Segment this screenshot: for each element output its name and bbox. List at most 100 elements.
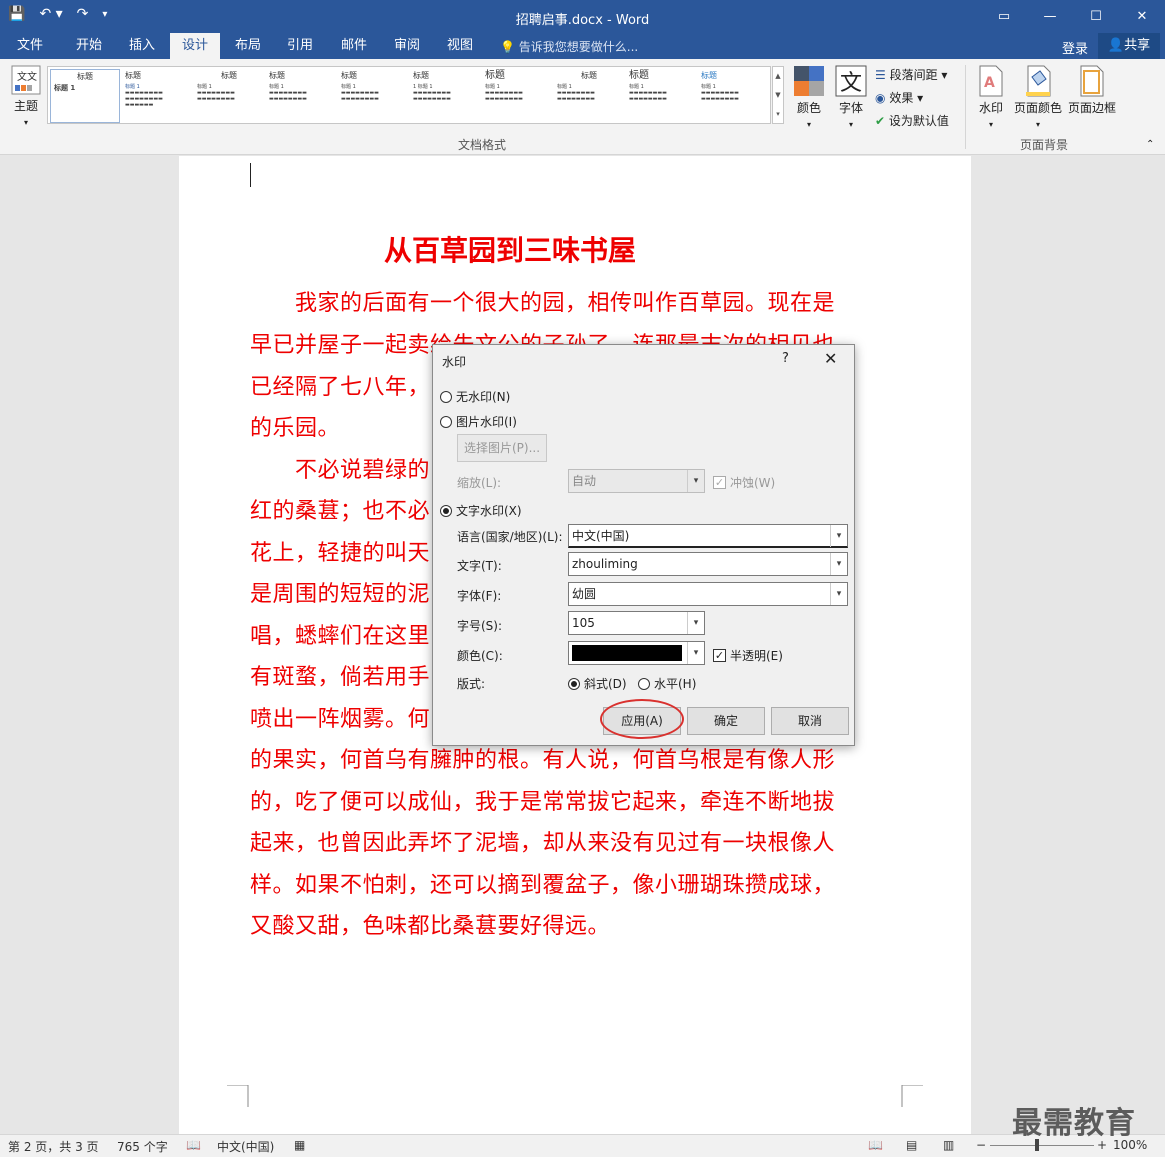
zoom-out-icon[interactable]: − bbox=[976, 1138, 986, 1152]
svg-text:文: 文 bbox=[840, 71, 862, 96]
style-set-gallery[interactable]: 标题 标题 1 标题 标题 1 ▬▬▬▬▬▬▬▬ ▬▬▬▬▬▬▬▬ ▬▬▬▬▬▬ 标题 标题… bbox=[47, 66, 771, 124]
style-set-item[interactable]: 标题 标题 1 ▬▬▬▬▬▬▬▬ ▬▬▬▬▬▬▬▬ ▬▬▬▬▬▬ bbox=[122, 69, 192, 123]
paragraph-spacing-icon: ☰ bbox=[875, 68, 886, 82]
text-watermark-radio[interactable]: 文字水印(X) bbox=[440, 502, 522, 519]
language-label: 语言(国家/地区)(L): bbox=[457, 530, 563, 544]
chevron-down-icon[interactable]: ▾ bbox=[830, 553, 847, 575]
page-corner-mark bbox=[901, 1085, 923, 1107]
radio-indicator[interactable] bbox=[638, 677, 650, 690]
ribbon-display-icon[interactable]: ▭ bbox=[981, 0, 1027, 33]
tab-view[interactable]: 视图 bbox=[436, 33, 484, 59]
chevron-down-icon[interactable]: ▼ bbox=[775, 91, 780, 99]
colors-button[interactable]: 颜色 ▾ bbox=[790, 65, 828, 130]
paragraph-spacing-button[interactable]: ☰ 段落间距 ▾ bbox=[875, 66, 947, 83]
macro-icon[interactable]: ▦ bbox=[294, 1138, 305, 1152]
tab-file[interactable]: 文件 bbox=[0, 33, 60, 59]
scale-label: 缩放(L): bbox=[457, 476, 502, 490]
proofing-icon[interactable]: 📖 bbox=[186, 1138, 201, 1152]
gallery-scroll[interactable]: ▲ ▼ ▾ bbox=[772, 66, 784, 124]
page-count[interactable]: 第 2 页，共 3 页 bbox=[8, 1138, 99, 1155]
minimize-icon[interactable]: — bbox=[1027, 0, 1073, 33]
collapse-ribbon-icon[interactable]: ⌃ bbox=[1146, 139, 1154, 150]
help-icon[interactable]: ? bbox=[782, 351, 789, 366]
font-select[interactable]: 幼圆 ▾ bbox=[568, 582, 848, 606]
dialog-close-icon[interactable]: ✕ bbox=[824, 349, 837, 368]
radio-indicator[interactable] bbox=[440, 390, 452, 403]
title-bar: 💾 ↶ ▾ ↷ ▾ 招聘启事.docx - Word ▭ — ☐ ✕ bbox=[0, 0, 1165, 33]
themes-icon: 文文 bbox=[11, 65, 41, 95]
brand-watermark: 最需教育 bbox=[1012, 1106, 1136, 1141]
document-line: 样。如果不怕刺，还可以摘到覆盆子，像小珊瑚珠攒成球， bbox=[250, 873, 836, 898]
style-set-item[interactable]: 标题 标题 1 ▬▬▬▬▬▬▬▬ ▬▬▬▬▬▬▬▬ bbox=[266, 69, 336, 123]
chevron-down-icon[interactable]: ▾ bbox=[687, 642, 704, 664]
diagonal-radio[interactable]: 斜式(D) bbox=[568, 675, 627, 692]
chevron-up-icon[interactable]: ▲ bbox=[775, 72, 780, 80]
radio-indicator[interactable] bbox=[568, 677, 580, 690]
ok-button[interactable]: 确定 bbox=[687, 707, 765, 735]
chevron-down-icon[interactable]: ▾ bbox=[830, 583, 847, 605]
fonts-icon: 文 bbox=[835, 65, 867, 97]
radio-indicator[interactable] bbox=[440, 504, 452, 517]
style-set-item[interactable]: 标题 标题 1 ▬▬▬▬▬▬▬▬ ▬▬▬▬▬▬▬▬ bbox=[194, 69, 264, 123]
print-layout-icon[interactable]: ▤ bbox=[906, 1138, 917, 1152]
share-button[interactable]: 👤共享 bbox=[1098, 33, 1160, 59]
semitransparent-checkbox[interactable]: ✓ 半透明(E) bbox=[713, 647, 783, 664]
tell-me-box[interactable]: 💡 告诉我您想要做什么... bbox=[500, 38, 638, 55]
picture-watermark-radio[interactable]: 图片水印(I) bbox=[440, 413, 517, 430]
chevron-down-icon[interactable]: ▾ bbox=[687, 612, 704, 634]
web-layout-icon[interactable]: ▥ bbox=[943, 1138, 954, 1152]
style-set-item[interactable]: 标题 1 标题 1 ▬▬▬▬▬▬▬▬ ▬▬▬▬▬▬▬▬ bbox=[410, 69, 480, 123]
ribbon-tabs: 文件 开始 插入 设计 布局 引用 邮件 审阅 视图 💡 告诉我您想要做什么..… bbox=[0, 33, 1165, 59]
tab-layout[interactable]: 布局 bbox=[224, 33, 272, 59]
themes-button[interactable]: 文文 主题 ▾ bbox=[8, 65, 44, 128]
chevron-down-icon[interactable]: ▾ bbox=[830, 525, 847, 547]
language-select[interactable]: 中文(中国) ▾ bbox=[568, 524, 848, 548]
zoom-slider-track[interactable] bbox=[990, 1145, 1094, 1146]
tab-review[interactable]: 审阅 bbox=[383, 33, 431, 59]
tab-home[interactable]: 开始 bbox=[60, 33, 118, 59]
style-set-item[interactable]: 标题 标题 1 ▬▬▬▬▬▬▬▬ ▬▬▬▬▬▬▬▬ bbox=[482, 69, 552, 123]
checkbox-indicator[interactable]: ✓ bbox=[713, 649, 726, 662]
style-set-item[interactable]: 标题 标题 1 bbox=[50, 69, 120, 123]
chevron-down-icon[interactable]: ▾ bbox=[687, 470, 704, 492]
color-picker[interactable]: ▾ bbox=[568, 641, 705, 665]
style-set-item[interactable]: 标题 标题 1 ▬▬▬▬▬▬▬▬ ▬▬▬▬▬▬▬▬ bbox=[338, 69, 408, 123]
document-line: 我家的后面有一个很大的园，相传叫作百草园。现在是 bbox=[250, 291, 836, 316]
word-count[interactable]: 765 个字 bbox=[117, 1138, 168, 1155]
no-watermark-radio[interactable]: 无水印(N) bbox=[440, 388, 510, 405]
page-corner-mark bbox=[227, 1085, 249, 1107]
read-mode-icon[interactable]: 📖 bbox=[868, 1138, 883, 1152]
set-default-button[interactable]: ✔ 设为默认值 bbox=[875, 112, 949, 129]
page-border-button[interactable]: 页面边框 bbox=[1066, 65, 1118, 116]
checkbox-indicator[interactable]: ✓ bbox=[713, 476, 726, 489]
close-icon[interactable]: ✕ bbox=[1119, 0, 1165, 33]
person-icon: 👤 bbox=[1107, 38, 1125, 53]
horizontal-radio[interactable]: 水平(H) bbox=[638, 675, 696, 692]
watermark-text-combobox[interactable]: zhouliming ▾ bbox=[568, 552, 848, 576]
colors-icon bbox=[794, 66, 824, 96]
size-label: 字号(S): bbox=[457, 619, 503, 633]
tab-references[interactable]: 引用 bbox=[276, 33, 324, 59]
page-color-button[interactable]: 页面颜色 ▾ bbox=[1012, 65, 1064, 130]
tab-mailings[interactable]: 邮件 bbox=[330, 33, 378, 59]
fonts-button[interactable]: 文 字体 ▾ bbox=[832, 65, 870, 130]
tab-design[interactable]: 设计 bbox=[170, 33, 220, 59]
scale-select[interactable]: 自动 ▾ bbox=[568, 469, 705, 493]
cancel-button[interactable]: 取消 bbox=[771, 707, 849, 735]
size-combobox[interactable]: 105 ▾ bbox=[568, 611, 705, 635]
style-set-item[interactable]: 标题 标题 1 ▬▬▬▬▬▬▬▬ ▬▬▬▬▬▬▬▬ bbox=[626, 69, 696, 123]
style-set-item[interactable]: 标题 标题 1 ▬▬▬▬▬▬▬▬ ▬▬▬▬▬▬▬▬ bbox=[554, 69, 624, 123]
select-picture-button[interactable]: 选择图片(P)... bbox=[457, 434, 547, 462]
gallery-more-icon[interactable]: ▾ bbox=[776, 110, 780, 118]
washout-checkbox[interactable]: ✓ 冲蚀(W) bbox=[713, 474, 775, 491]
language-status[interactable]: 中文(中国) bbox=[217, 1138, 274, 1155]
watermark-button[interactable]: A 水印 ▾ bbox=[974, 65, 1008, 130]
maximize-icon[interactable]: ☐ bbox=[1073, 0, 1119, 33]
login-link[interactable]: 登录 bbox=[1062, 38, 1088, 57]
document-line: 的果实，何首乌有臃肿的根。有人说，何首乌根是有像人形 bbox=[250, 748, 836, 773]
effects-button[interactable]: ◉ 效果 ▾ bbox=[875, 89, 923, 106]
tab-insert[interactable]: 插入 bbox=[118, 33, 166, 59]
radio-indicator[interactable] bbox=[440, 415, 452, 428]
style-set-item[interactable]: 标题 标题 1 ▬▬▬▬▬▬▬▬ ▬▬▬▬▬▬▬▬ bbox=[698, 69, 768, 123]
svg-text:A: A bbox=[984, 75, 995, 91]
